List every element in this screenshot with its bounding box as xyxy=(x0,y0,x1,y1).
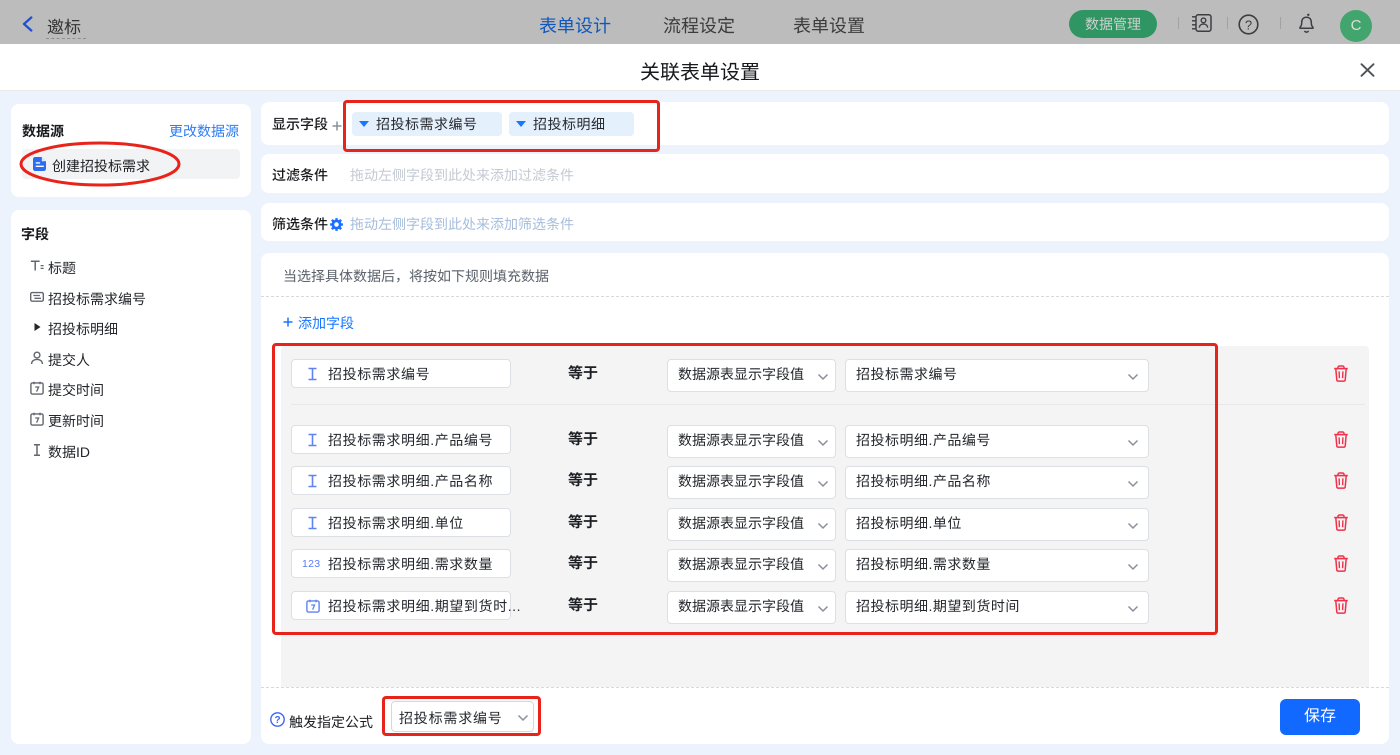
svg-text:?: ? xyxy=(1245,17,1252,32)
svg-text:?: ? xyxy=(274,715,280,726)
